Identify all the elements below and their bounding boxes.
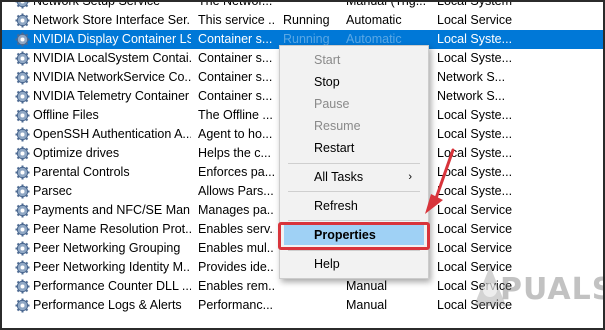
service-logon-as: Local Syste... [437,108,513,122]
service-gear-icon [15,32,30,47]
service-name: Network Setup Service [33,0,161,8]
menu-item-pause[interactable]: Pause [284,94,424,114]
service-status [283,277,341,296]
services-window: Network Setup Service The Networ... Manual… [0,0,605,330]
menu-item-start[interactable]: Start [284,50,424,70]
service-description: Container s... [198,70,273,84]
service-description: Container s... [198,51,273,65]
service-gear-icon [15,51,30,66]
menu-item-all-tasks[interactable]: All Tasks › [284,167,424,187]
service-logon-as: Local Service [437,241,513,255]
service-logon-as: Network S... [437,70,506,84]
menu-separator [288,191,420,192]
service-gear-icon [15,203,30,218]
service-name: Peer Networking Identity M... [33,260,191,274]
service-name: Peer Networking Grouping [33,241,181,255]
service-name: Peer Name Resolution Prot... [33,222,191,236]
service-logon-as: Local Syste... [437,51,513,65]
service-status [283,296,341,315]
service-name: Offline Files [33,108,99,122]
watermark-text: PUALS [500,272,605,307]
service-logon-as: Local System [437,0,513,8]
service-description: Performanc... [198,298,274,312]
service-gear-icon [15,70,30,85]
service-gear-icon [15,279,30,294]
service-name: Optimize drives [33,146,120,160]
service-name: OpenSSH Authentication A... [33,127,191,141]
service-startup-type: Manual (Trig... [346,0,427,8]
service-logon-as: Network S... [437,89,506,103]
service-name: NVIDIA NetworkService Co... [33,70,191,84]
menu-item-stop[interactable]: Stop [284,72,424,92]
menu-item-resume[interactable]: Resume [284,116,424,136]
menu-item-refresh[interactable]: Refresh [284,196,424,216]
service-description: The Networ... [198,0,273,8]
service-gear-icon [15,146,30,161]
service-description: Allows Pars... [198,184,274,198]
service-gear-icon [15,13,30,28]
service-name: NVIDIA Telemetry Container [33,89,190,103]
service-startup-type: Automatic [346,13,402,27]
service-description: Enables rem... [198,279,274,293]
service-gear-icon [15,108,30,123]
service-gear-icon [15,298,30,313]
service-name: NVIDIA LocalSystem Contai... [33,51,191,65]
menu-separator [288,220,420,221]
service-status: Running [283,13,330,27]
service-name: Performance Counter DLL ... [33,279,191,293]
service-description: Enables mul... [198,241,274,255]
service-name: Payments and NFC/SE Man... [33,203,191,217]
service-name: Parental Controls [33,165,130,179]
service-gear-icon [15,89,30,104]
menu-item-all-tasks-label: All Tasks [314,170,364,184]
service-status [283,2,341,11]
service-gear-icon [15,222,30,237]
service-gear-icon [15,260,30,275]
service-description: Agent to ho... [198,127,273,141]
service-gear-icon [15,184,30,199]
menu-item-help[interactable]: Help [284,254,424,274]
annotation-highlight-box [278,222,430,250]
service-description: Enforces pa... [198,165,274,179]
service-gear-icon [15,127,30,142]
service-gear-icon [15,2,30,9]
service-name: Network Store Interface Ser... [33,13,191,27]
service-row[interactable]: Network Setup Service The Networ... Manual… [2,0,603,11]
service-gear-icon [15,241,30,256]
service-description: Provides ide... [198,260,274,274]
service-name: Performance Logs & Alerts [33,298,182,312]
menu-item-restart[interactable]: Restart [284,138,424,158]
service-description: Enables serv... [198,222,274,236]
service-startup-type: Manual [346,298,387,312]
annotation-arrow-icon [425,148,455,214]
service-gear-icon [15,165,30,180]
menu-separator [288,250,420,251]
service-logon-as: Local Service [437,13,513,27]
service-description: This service ... [198,13,274,27]
service-description: Container s... [198,32,273,46]
service-startup-type: Manual [346,279,387,293]
service-logon-as: Local Syste... [437,32,513,46]
service-name: NVIDIA Display Container LS [33,32,191,46]
service-description: Manages pa... [198,203,274,217]
service-description: Container s... [198,89,273,103]
service-description: The Offline ... [198,108,273,122]
service-name: Parsec [33,184,72,198]
service-description: Helps the c... [198,146,271,160]
service-row[interactable]: Network Store Interface Ser... This servi… [2,11,603,30]
submenu-arrow-icon: › [408,171,412,183]
menu-separator [288,163,420,164]
